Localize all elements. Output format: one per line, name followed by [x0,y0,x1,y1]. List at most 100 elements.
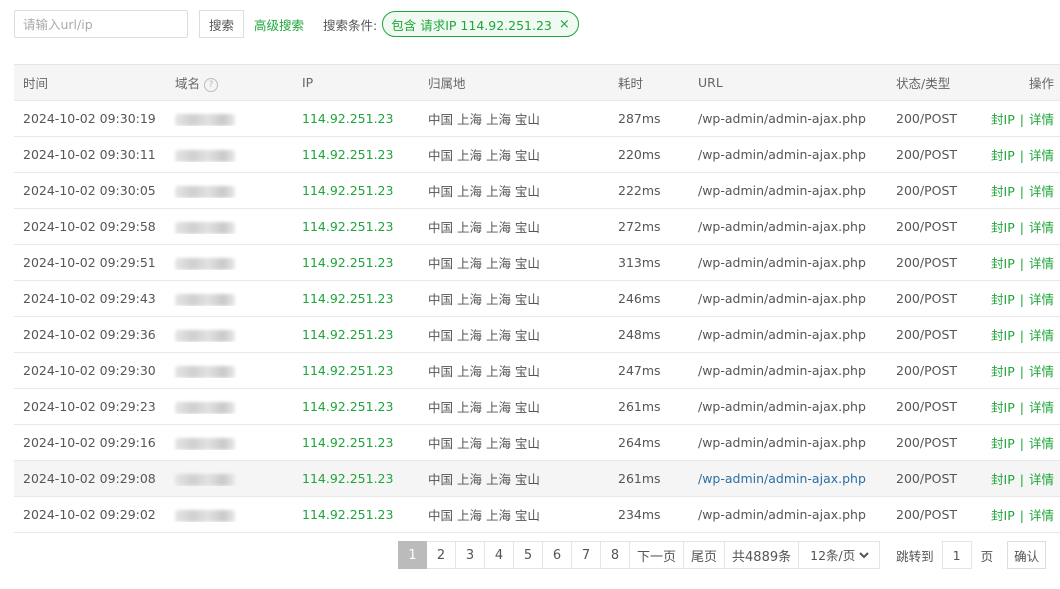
redacted-domain [175,221,235,234]
cell-url[interactable]: /wp-admin/admin-ajax.php [689,255,887,270]
block-ip-link[interactable]: 封IP [991,220,1015,235]
cell-duration: 313ms [618,255,661,270]
details-link[interactable]: 详情 [1029,148,1054,163]
details-link[interactable]: 详情 [1029,256,1054,271]
jump-page-input[interactable] [941,541,972,569]
block-ip-link[interactable]: 封IP [991,292,1015,307]
block-ip-link[interactable]: 封IP [991,508,1015,523]
page-button-5[interactable]: 5 [514,541,543,569]
cell-ip[interactable]: 114.92.251.23 [293,255,419,270]
details-link[interactable]: 详情 [1029,112,1054,127]
cell-status: 200/POST [896,327,958,342]
page-button-6[interactable]: 6 [543,541,572,569]
cell-url[interactable]: /wp-admin/admin-ajax.php [689,399,887,414]
page-button-2[interactable]: 2 [427,541,456,569]
cell-url[interactable]: /wp-admin/admin-ajax.php [689,507,887,522]
block-ip-link[interactable]: 封IP [991,112,1015,127]
block-ip-link[interactable]: 封IP [991,472,1015,487]
cell-url[interactable]: /wp-admin/admin-ajax.php [689,327,887,342]
cell-ip[interactable]: 114.92.251.23 [293,435,419,450]
redacted-domain [175,473,235,486]
search-input[interactable] [14,10,188,38]
cell-domain [166,147,293,162]
cell-location: 中国 上海 上海 宝山 [428,400,540,415]
block-ip-link[interactable]: 封IP [991,436,1015,451]
block-ip-link[interactable]: 封IP [991,400,1015,415]
header-status: 状态/类型 [896,76,951,91]
page-button-1[interactable]: 1 [398,541,427,569]
cell-url[interactable]: /wp-admin/admin-ajax.php [689,219,887,234]
redacted-domain [175,509,235,522]
cell-ops: 封IP | 详情 [975,109,1060,128]
cell-ops: 封IP | 详情 [975,433,1060,452]
search-condition-tag: 包含 请求IP 114.92.251.23 × [382,11,579,37]
confirm-jump-button[interactable]: 确认 [1007,541,1047,569]
cell-url[interactable]: /wp-admin/admin-ajax.php [689,471,887,486]
block-ip-link[interactable]: 封IP [991,148,1015,163]
redacted-domain [175,329,235,342]
cell-url[interactable]: /wp-admin/admin-ajax.php [689,291,887,306]
page-button-4[interactable]: 4 [485,541,514,569]
page-unit-label: 页 [980,548,994,564]
cell-url[interactable]: /wp-admin/admin-ajax.php [689,111,887,126]
cell-ip[interactable]: 114.92.251.23 [293,183,419,198]
cell-url[interactable]: /wp-admin/admin-ajax.php [689,363,887,378]
details-link[interactable]: 详情 [1029,472,1054,487]
ops-separator: | [1019,148,1024,163]
block-ip-link[interactable]: 封IP [991,328,1015,343]
help-icon[interactable]: ? [204,77,219,92]
per-page-select[interactable]: 12条/页 [806,546,873,564]
details-link[interactable]: 详情 [1029,220,1054,235]
cell-ip[interactable]: 114.92.251.23 [293,507,419,522]
ops-separator: | [1019,220,1024,235]
close-icon[interactable]: × [559,17,570,32]
details-link[interactable]: 详情 [1029,436,1054,451]
cell-ip[interactable]: 114.92.251.23 [293,363,419,378]
cell-domain [166,363,293,378]
block-ip-link[interactable]: 封IP [991,184,1015,199]
cell-status: 200/POST [896,435,958,450]
cell-duration: 222ms [618,183,661,198]
details-link[interactable]: 详情 [1029,292,1054,307]
cell-url[interactable]: /wp-admin/admin-ajax.php [689,435,887,450]
page-button-8[interactable]: 8 [601,541,630,569]
header-url: URL [698,75,723,90]
header-ip: IP [302,75,314,90]
details-link[interactable]: 详情 [1029,328,1054,343]
header-domain-label: 域名 [175,76,201,91]
block-ip-link[interactable]: 封IP [991,364,1015,379]
cell-ip[interactable]: 114.92.251.23 [293,327,419,342]
cell-status: 200/POST [896,399,958,414]
cell-domain [166,111,293,126]
advanced-search-link[interactable]: 高级搜索 [254,15,304,34]
cell-ip[interactable]: 114.92.251.23 [293,219,419,234]
block-ip-link[interactable]: 封IP [991,256,1015,271]
details-link[interactable]: 详情 [1029,400,1054,415]
cell-location: 中国 上海 上海 宝山 [428,364,540,379]
cell-status: 200/POST [896,219,958,234]
page-button-3[interactable]: 3 [456,541,485,569]
details-link[interactable]: 详情 [1029,364,1054,379]
details-link[interactable]: 详情 [1029,184,1054,199]
cell-url[interactable]: /wp-admin/admin-ajax.php [689,147,887,162]
page-button-7[interactable]: 7 [572,541,601,569]
next-page-button[interactable]: 下一页 [630,541,685,569]
cell-url[interactable]: /wp-admin/admin-ajax.php [689,183,887,198]
cell-domain [166,399,293,414]
search-button[interactable]: 搜索 [199,10,245,38]
header-domain: 域名? [166,73,293,92]
cell-ops: 封IP | 详情 [975,325,1060,344]
cell-ip[interactable]: 114.92.251.23 [293,291,419,306]
header-duration: 耗时 [618,76,644,91]
cell-ip[interactable]: 114.92.251.23 [293,471,419,486]
cell-ip[interactable]: 114.92.251.23 [293,111,419,126]
last-page-button[interactable]: 尾页 [684,541,726,569]
ops-separator: | [1019,256,1024,271]
redacted-domain [175,437,235,450]
ops-separator: | [1019,364,1024,379]
details-link[interactable]: 详情 [1029,508,1054,523]
cell-ip[interactable]: 114.92.251.23 [293,147,419,162]
cell-ip[interactable]: 114.92.251.23 [293,399,419,414]
cell-time: 2024-10-02 09:29:51 [23,255,156,270]
ops-separator: | [1019,508,1024,523]
